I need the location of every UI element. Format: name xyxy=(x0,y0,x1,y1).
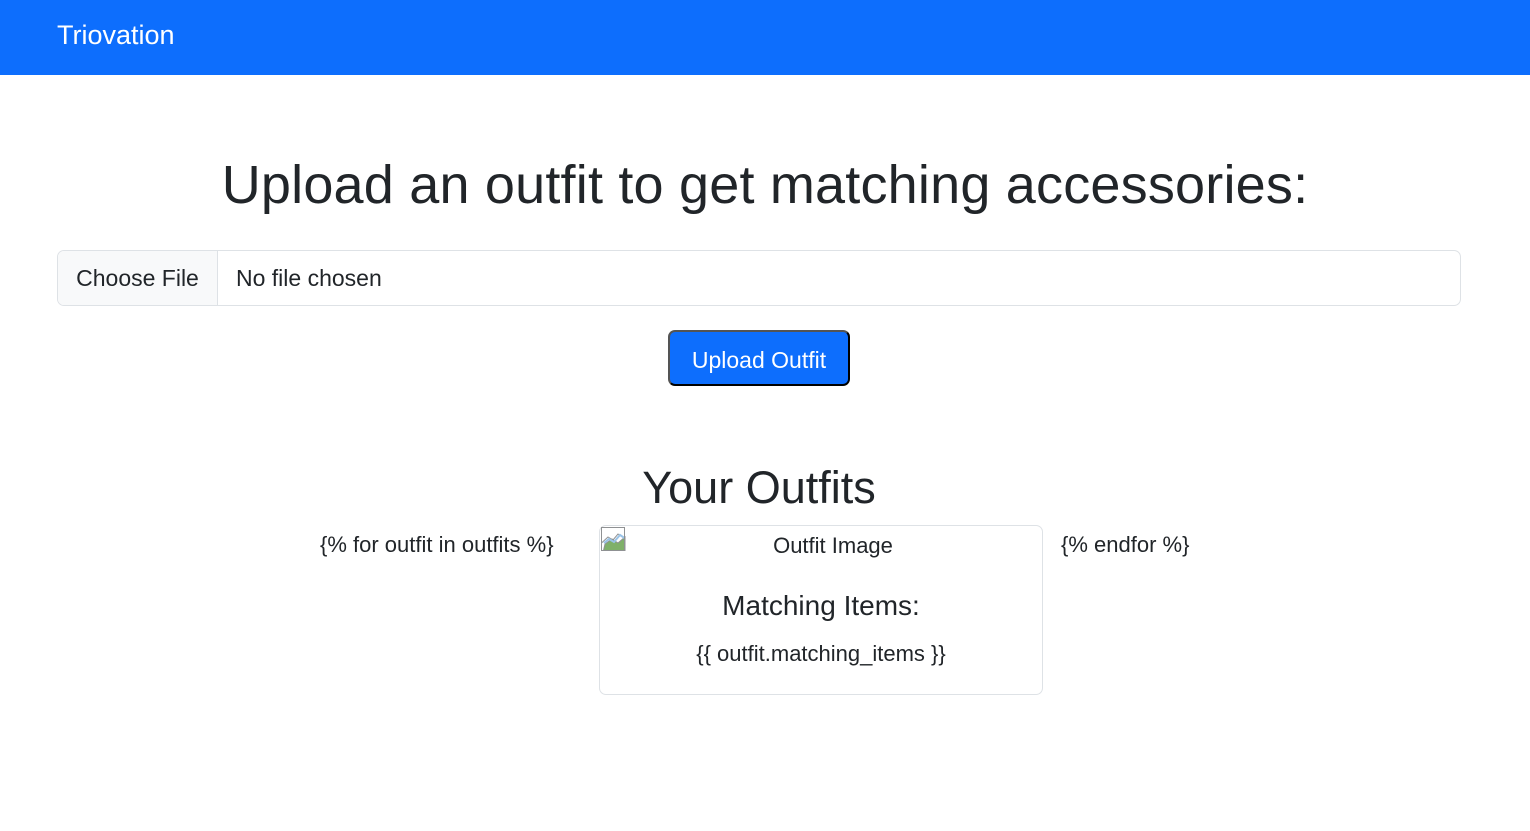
template-loop-start: {% for outfit in outfits %} xyxy=(320,532,554,557)
outfits-title: Your Outfits xyxy=(642,462,876,513)
outfit-image-alt: Outfit Image xyxy=(773,533,893,558)
file-input[interactable]: Choose File No file chosen xyxy=(57,250,1461,306)
template-loop-end: {% endfor %} xyxy=(1061,532,1190,557)
outfit-card: Outfit Image Matching Items: {{ outfit.m… xyxy=(599,525,1043,695)
matching-items-text: {{ outfit.matching_items }} xyxy=(696,641,946,666)
navbar: Triovation xyxy=(0,0,1530,75)
file-status: No file chosen xyxy=(236,265,382,291)
matching-items-title: Matching Items: xyxy=(722,590,920,621)
navbar-brand[interactable]: Triovation xyxy=(57,17,175,53)
upload-outfit-button[interactable]: Upload Outfit xyxy=(668,330,850,386)
upload-title: Upload an outfit to get matching accesso… xyxy=(221,155,1309,215)
choose-file-button[interactable]: Choose File xyxy=(58,251,218,305)
